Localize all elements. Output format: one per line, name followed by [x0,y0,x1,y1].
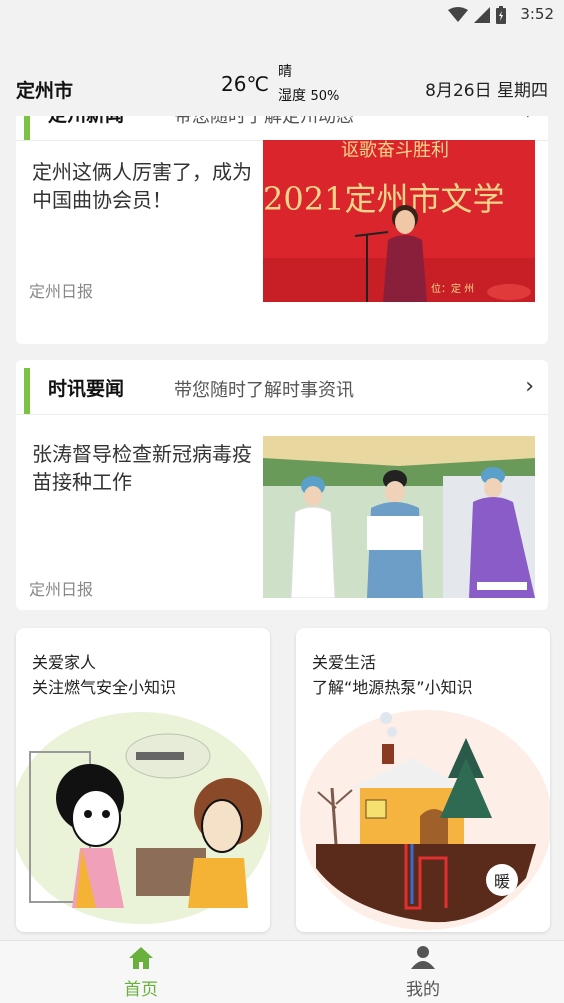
city-name[interactable]: 定州市 [16,76,73,103]
humidity-value: 50% [310,89,340,104]
gas-safety-illustration [16,712,270,924]
news-title[interactable]: 定州这俩人厉害了，成为中国曲协会员！ [32,158,252,214]
section-title: 时讯要闻 [48,378,125,400]
accent-bar [24,368,30,414]
tab-mine-label: 我的 [406,980,440,1000]
tab-home-label: 首页 [124,980,158,1000]
tile-text: 关爱家人 关注燃气安全小知识 [32,650,176,700]
temperature: 26℃ [221,72,269,96]
status-bar: 3:52 [0,0,564,30]
weather-header: 定州市 26℃ 晴 湿度 50% 8月26日 星期四 [0,56,564,116]
tab-home[interactable]: 首页 [41,941,241,1003]
bottom-tab-bar: 首页 我的 [0,940,564,1003]
news-source: 定州日报 [29,282,94,301]
accent-bar [24,116,30,140]
humidity-label: 湿度 [278,88,306,104]
news-thumbnail[interactable]: 讴歌奋斗胜利 2021定州市文学 位：定 州 [263,140,535,302]
warm-badge: 暖 [494,872,510,891]
wifi-icon [448,7,468,22]
section-subtitle: 带您随时了解定州动态 [174,116,354,127]
tile-geothermal[interactable]: 关爱生活 了解“地源热泵”小知识 暖 [296,628,550,932]
banner-top-text: 讴歌奋斗胜利 [341,140,449,161]
home-icon [129,947,153,969]
section-dingzhou-news: 定州新闻 带您随时了解定州动态 › 定州这俩人厉害了，成为中国曲协会员！ 定州日… [16,116,548,344]
chevron-right-icon[interactable]: › [525,116,534,125]
tile-line1: 关爱生活 [312,653,377,672]
tile-gas-safety[interactable]: 关爱家人 关注燃气安全小知识 [16,628,270,932]
heat-pump-illustration: 暖 [300,710,550,930]
status-icons [448,6,506,24]
chevron-right-icon[interactable]: › [525,374,534,399]
content-scroll[interactable]: 定州新闻 带您随时了解定州动态 › 定州这俩人厉害了，成为中国曲协会员！ 定州日… [0,116,564,940]
battery-icon [496,6,506,24]
tile-text: 关爱生活 了解“地源热泵”小知识 [312,650,473,700]
banner-main-text: 2021定州市文学 [263,180,504,218]
news-thumbnail[interactable] [263,436,535,598]
date-display: 8月26日 星期四 [425,81,548,101]
news-source: 定州日报 [29,580,94,599]
section-header[interactable]: 时讯要闻 带您随时了解时事资讯 › [16,360,548,415]
tab-mine[interactable]: 我的 [323,941,523,1003]
weather-condition: 晴 [278,64,292,80]
signal-icon [474,7,490,23]
tile-line2: 了解“地源热泵”小知识 [312,678,473,697]
humidity: 湿度 50% [278,85,339,105]
section-current-news: 时讯要闻 带您随时了解时事资讯 › 张涛督导检查新冠病毒疫苗接种工作 定州日报 [16,360,548,610]
tile-line2: 关注燃气安全小知识 [32,678,177,697]
section-title: 定州新闻 [48,116,124,127]
section-header[interactable]: 定州新闻 带您随时了解定州动态 › [16,116,548,141]
status-time: 3:52 [520,5,554,23]
user-icon [411,946,435,969]
news-title[interactable]: 张涛督导检查新冠病毒疫苗接种工作 [32,440,252,496]
photo-caption: 位：定 州 [431,282,474,295]
section-subtitle: 带您随时了解时事资讯 [174,380,354,401]
tile-line1: 关爱家人 [32,653,97,672]
